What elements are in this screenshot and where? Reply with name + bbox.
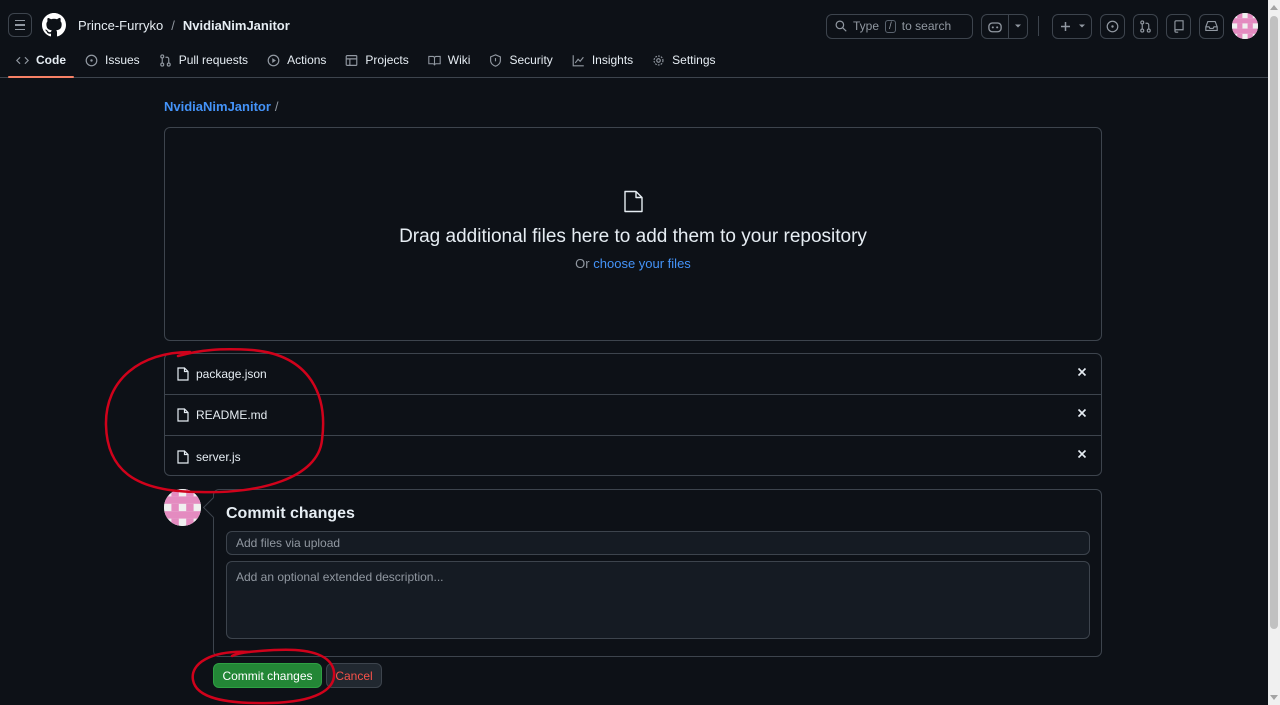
- tab-pull-requests[interactable]: Pull requests: [151, 46, 256, 74]
- file-icon: [177, 408, 189, 422]
- search-input[interactable]: Type / to search: [826, 13, 973, 39]
- copilot-dropdown[interactable]: [1009, 15, 1027, 38]
- choose-files-link[interactable]: choose your files: [593, 256, 691, 271]
- dropzone-title: Drag additional files here to add them t…: [399, 226, 867, 247]
- tab-label: Code: [36, 53, 66, 67]
- plus-icon: [1053, 15, 1077, 38]
- table-icon: [346, 54, 358, 66]
- copilot-button-group: [981, 13, 1028, 39]
- chevron-down-icon: [1015, 24, 1021, 28]
- commit-form: Commit changes: [213, 489, 1102, 657]
- copilot-button[interactable]: [982, 14, 1009, 38]
- list-item: server.js: [165, 436, 1101, 477]
- remove-file-icon[interactable]: [1077, 408, 1087, 418]
- file-icon: [177, 367, 189, 381]
- menu-button[interactable]: [8, 13, 32, 37]
- tab-label: Wiki: [447, 53, 471, 67]
- remove-file-icon[interactable]: [1077, 449, 1087, 459]
- tab-code[interactable]: Code: [8, 46, 74, 78]
- copilot-icon: [988, 21, 1002, 32]
- play-icon: [267, 54, 280, 66]
- list-item: README.md: [165, 395, 1101, 436]
- tab-label: Pull requests: [178, 53, 249, 67]
- pull-request-icon: [159, 53, 171, 67]
- tab-label: Projects: [365, 53, 409, 67]
- top-bar: Prince-Furryko / NvidiaNimJanitor Type /…: [0, 0, 1268, 50]
- header-divider: [1038, 16, 1044, 36]
- pull-request-icon: [1140, 19, 1151, 33]
- tab-label: Security: [509, 53, 553, 67]
- user-avatar[interactable]: [1232, 13, 1258, 39]
- repo-icon: [1173, 19, 1184, 33]
- search-icon: [835, 20, 847, 32]
- repo-nav-tabs: Code Issues Pull requests Actions Projec…: [0, 46, 1268, 78]
- scroll-up-icon[interactable]: [1270, 5, 1278, 10]
- dropzone-subtitle: Or choose your files: [165, 256, 1101, 271]
- github-logo-icon[interactable]: [42, 13, 66, 37]
- repo-link[interactable]: NvidiaNimJanitor: [183, 18, 290, 33]
- inbox-button[interactable]: [1199, 13, 1224, 39]
- search-shortcut-key: /: [885, 19, 896, 33]
- breadcrumb-separator: /: [274, 99, 279, 114]
- breadcrumb-repo-link[interactable]: NvidiaNimJanitor: [164, 99, 271, 114]
- shield-icon: [490, 53, 502, 67]
- header-actions: Type / to search: [826, 13, 1258, 39]
- file-name: server.js: [196, 449, 241, 464]
- tab-label: Settings: [672, 53, 716, 67]
- code-icon: [16, 56, 29, 64]
- inbox-icon: [1205, 20, 1218, 32]
- commit-summary-input[interactable]: [226, 531, 1090, 555]
- breadcrumb: NvidiaNimJanitor /: [164, 99, 279, 114]
- breadcrumb-separator: /: [171, 17, 175, 33]
- graph-icon: [572, 54, 584, 66]
- file-icon: [624, 190, 643, 213]
- owner-link[interactable]: Prince-Furryko: [78, 18, 163, 33]
- list-item: package.json: [165, 354, 1101, 395]
- tab-label: Actions: [287, 53, 327, 67]
- tab-wiki[interactable]: Wiki: [420, 46, 479, 74]
- file-icon: [177, 449, 189, 464]
- book-icon: [428, 55, 441, 65]
- tab-projects[interactable]: Projects: [337, 46, 416, 74]
- file-name: README.md: [196, 408, 268, 422]
- cancel-button[interactable]: Cancel: [326, 663, 382, 688]
- tab-insights[interactable]: Insights: [564, 46, 641, 74]
- page-scrollbar[interactable]: [1268, 0, 1280, 705]
- dropzone-prefix: Or: [575, 256, 590, 271]
- create-button-group[interactable]: [1052, 13, 1092, 39]
- remove-file-icon[interactable]: [1077, 367, 1087, 377]
- issue-icon: [85, 54, 98, 66]
- gear-icon: [653, 54, 664, 66]
- tab-security[interactable]: Security: [481, 46, 560, 74]
- scrollbar-thumb[interactable]: [1270, 16, 1278, 629]
- tab-issues[interactable]: Issues: [77, 46, 148, 74]
- chevron-down-icon: [1077, 15, 1091, 38]
- commit-title: Commit changes: [226, 505, 355, 522]
- repositories-button[interactable]: [1166, 13, 1191, 39]
- tab-label: Issues: [105, 53, 140, 67]
- search-placeholder-suffix: to search: [901, 19, 952, 33]
- scroll-down-icon[interactable]: [1270, 695, 1278, 700]
- tab-settings[interactable]: Settings: [644, 46, 723, 74]
- avatar: [164, 489, 201, 526]
- commit-description-input[interactable]: [226, 561, 1090, 639]
- issues-button[interactable]: [1100, 13, 1125, 39]
- upload-dropzone[interactable]: Drag additional files here to add them t…: [164, 127, 1102, 341]
- pull-requests-button[interactable]: [1133, 13, 1158, 39]
- tab-actions[interactable]: Actions: [259, 46, 334, 74]
- commit-changes-button[interactable]: Commit changes: [213, 663, 322, 688]
- issue-icon: [1106, 20, 1119, 32]
- uploaded-files-list: package.json README.md server.js: [164, 353, 1102, 476]
- search-placeholder-prefix: Type: [853, 19, 880, 33]
- tab-label: Insights: [591, 53, 634, 67]
- file-name: package.json: [196, 367, 267, 381]
